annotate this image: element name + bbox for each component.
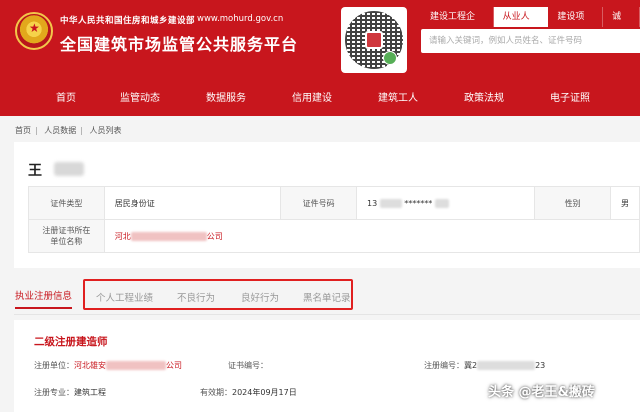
unit-mosaic bbox=[106, 361, 166, 370]
qr-badge-icon bbox=[383, 51, 397, 65]
breadcrumb: 首页 | 人员数据 | 人员列表 bbox=[15, 125, 126, 136]
reg-no-label: 注册编号： bbox=[424, 361, 464, 370]
search-tab-company[interactable]: 建设工程企业 bbox=[421, 7, 494, 42]
major-field: 注册专业：建筑工程 bbox=[34, 387, 106, 398]
table-row: 证件类型 居民身份证 证件号码 13 ******* 性别 男 bbox=[28, 186, 640, 220]
major-value: 建筑工程 bbox=[74, 388, 106, 397]
ministry-name: 中华人民共和国住房和城乡建设部 bbox=[60, 16, 196, 26]
nav-data-service[interactable]: 数据服务 bbox=[206, 89, 246, 104]
nav-workers[interactable]: 建筑工人 bbox=[378, 89, 418, 104]
cert-no-label: 证书编号： bbox=[228, 361, 268, 370]
highlighted-tab-group: 个人工程业绩 不良行为 良好行为 黑名单记录 bbox=[83, 279, 353, 310]
cert-unit-value[interactable]: 河北 公司 bbox=[103, 219, 640, 253]
id-type-value: 居民身份证 bbox=[103, 186, 282, 220]
tab-good-behavior[interactable]: 良好行为 bbox=[241, 290, 279, 304]
tab-blacklist[interactable]: 黑名单记录 bbox=[303, 290, 351, 304]
tabs-divider bbox=[14, 314, 640, 315]
reg-no-mosaic bbox=[477, 361, 536, 370]
gender-label: 性别 bbox=[534, 186, 611, 220]
registration-title: 二级注册建造师 bbox=[34, 336, 108, 348]
id-type-label: 证件类型 bbox=[28, 186, 105, 220]
gender-value: 男 bbox=[610, 186, 640, 220]
qr-pattern bbox=[345, 11, 403, 69]
breadcrumb-personnel-data[interactable]: 人员数据 bbox=[44, 126, 76, 135]
nav-e-license[interactable]: 电子证照 bbox=[550, 89, 590, 104]
main-nav: 首页 监管动态 数据服务 信用建设 建筑工人 政策法规 电子证照 bbox=[0, 83, 640, 111]
nav-policy[interactable]: 政策法规 bbox=[464, 89, 504, 104]
cert-unit-label: 注册证书所在单位名称 bbox=[28, 219, 105, 253]
cert-no-field: 证书编号： bbox=[228, 360, 268, 371]
id-mosaic bbox=[434, 198, 449, 208]
qr-code bbox=[341, 7, 407, 73]
reg-unit-prefix[interactable]: 河北雄安 bbox=[74, 361, 106, 370]
tab-bad-behavior[interactable]: 不良行为 bbox=[177, 290, 215, 304]
search-tab-credit[interactable]: 诚信 bbox=[603, 7, 640, 42]
breadcrumb-personnel-list: 人员列表 bbox=[89, 126, 122, 135]
valid-field: 有效期：2024年09月17日 bbox=[200, 387, 297, 398]
id-number-label: 证件号码 bbox=[280, 186, 358, 220]
person-card: 王 证件类型 居民身份证 证件号码 13 ******* 性别 男 注册证书所在… bbox=[14, 142, 640, 268]
nav-credit[interactable]: 信用建设 bbox=[292, 89, 332, 104]
breadcrumb-sep: | bbox=[80, 126, 83, 135]
search-tab-personnel[interactable]: 从业人员 bbox=[493, 7, 549, 42]
search-type-tabs: 建设工程企业 从业人员 建设项目 诚信 bbox=[421, 7, 640, 42]
nav-home[interactable]: 首页 bbox=[56, 89, 76, 104]
search-input[interactable] bbox=[421, 29, 640, 53]
reg-unit-field: 注册单位：河北雄安 公司 bbox=[34, 360, 182, 371]
nav-supervision[interactable]: 监管动态 bbox=[120, 89, 160, 104]
search-tab-project[interactable]: 建设项目 bbox=[548, 7, 604, 42]
reg-no-field: 注册编号：冀2 23 bbox=[424, 360, 545, 371]
site-title[interactable]: 全国建筑市场监管公共服务平台 bbox=[60, 31, 298, 55]
tab-registration-info[interactable]: 执业注册信息 bbox=[15, 288, 73, 309]
id-number-mask: ******* bbox=[404, 198, 433, 208]
reg-no-prefix: 冀2 bbox=[464, 361, 478, 370]
person-info-table: 证件类型 居民身份证 证件号码 13 ******* 性别 男 注册证书所在单位… bbox=[28, 186, 640, 253]
tab-project-performance[interactable]: 个人工程业绩 bbox=[96, 290, 153, 304]
record-tabs: 执业注册信息 个人工程业绩 不良行为 良好行为 黑名单记录 bbox=[0, 270, 640, 315]
major-label: 注册专业： bbox=[34, 388, 74, 397]
national-emblem-icon: ★ bbox=[15, 12, 53, 50]
valid-label: 有效期： bbox=[200, 388, 232, 397]
site-header: ★ 中华人民共和国住房和城乡建设部 www.mohurd.gov.cn 全国建筑… bbox=[0, 0, 640, 116]
breadcrumb-sep: | bbox=[35, 126, 38, 135]
valid-value: 2024年09月17日 bbox=[232, 388, 297, 397]
reg-unit-label: 注册单位： bbox=[34, 361, 74, 370]
id-mosaic bbox=[379, 198, 402, 208]
person-name: 王 bbox=[28, 163, 42, 179]
breadcrumb-home[interactable]: 首页 bbox=[15, 126, 31, 135]
watermark-text: 头条 @老王&搬砖 bbox=[488, 385, 595, 400]
id-number-prefix: 13 bbox=[367, 198, 378, 208]
reg-no-suffix: 23 bbox=[535, 361, 546, 370]
name-mosaic bbox=[54, 162, 84, 176]
qr-logo-icon bbox=[365, 31, 383, 49]
cert-unit-suffix: 公司 bbox=[206, 231, 223, 241]
id-number-value: 13 ******* bbox=[356, 186, 536, 220]
ministry-url[interactable]: www.mohurd.gov.cn bbox=[197, 14, 283, 24]
cert-unit-prefix: 河北 bbox=[114, 231, 131, 241]
table-row: 注册证书所在单位名称 河北 公司 bbox=[28, 219, 640, 253]
unit-mosaic bbox=[130, 231, 207, 241]
reg-unit-suffix[interactable]: 公司 bbox=[166, 361, 182, 370]
